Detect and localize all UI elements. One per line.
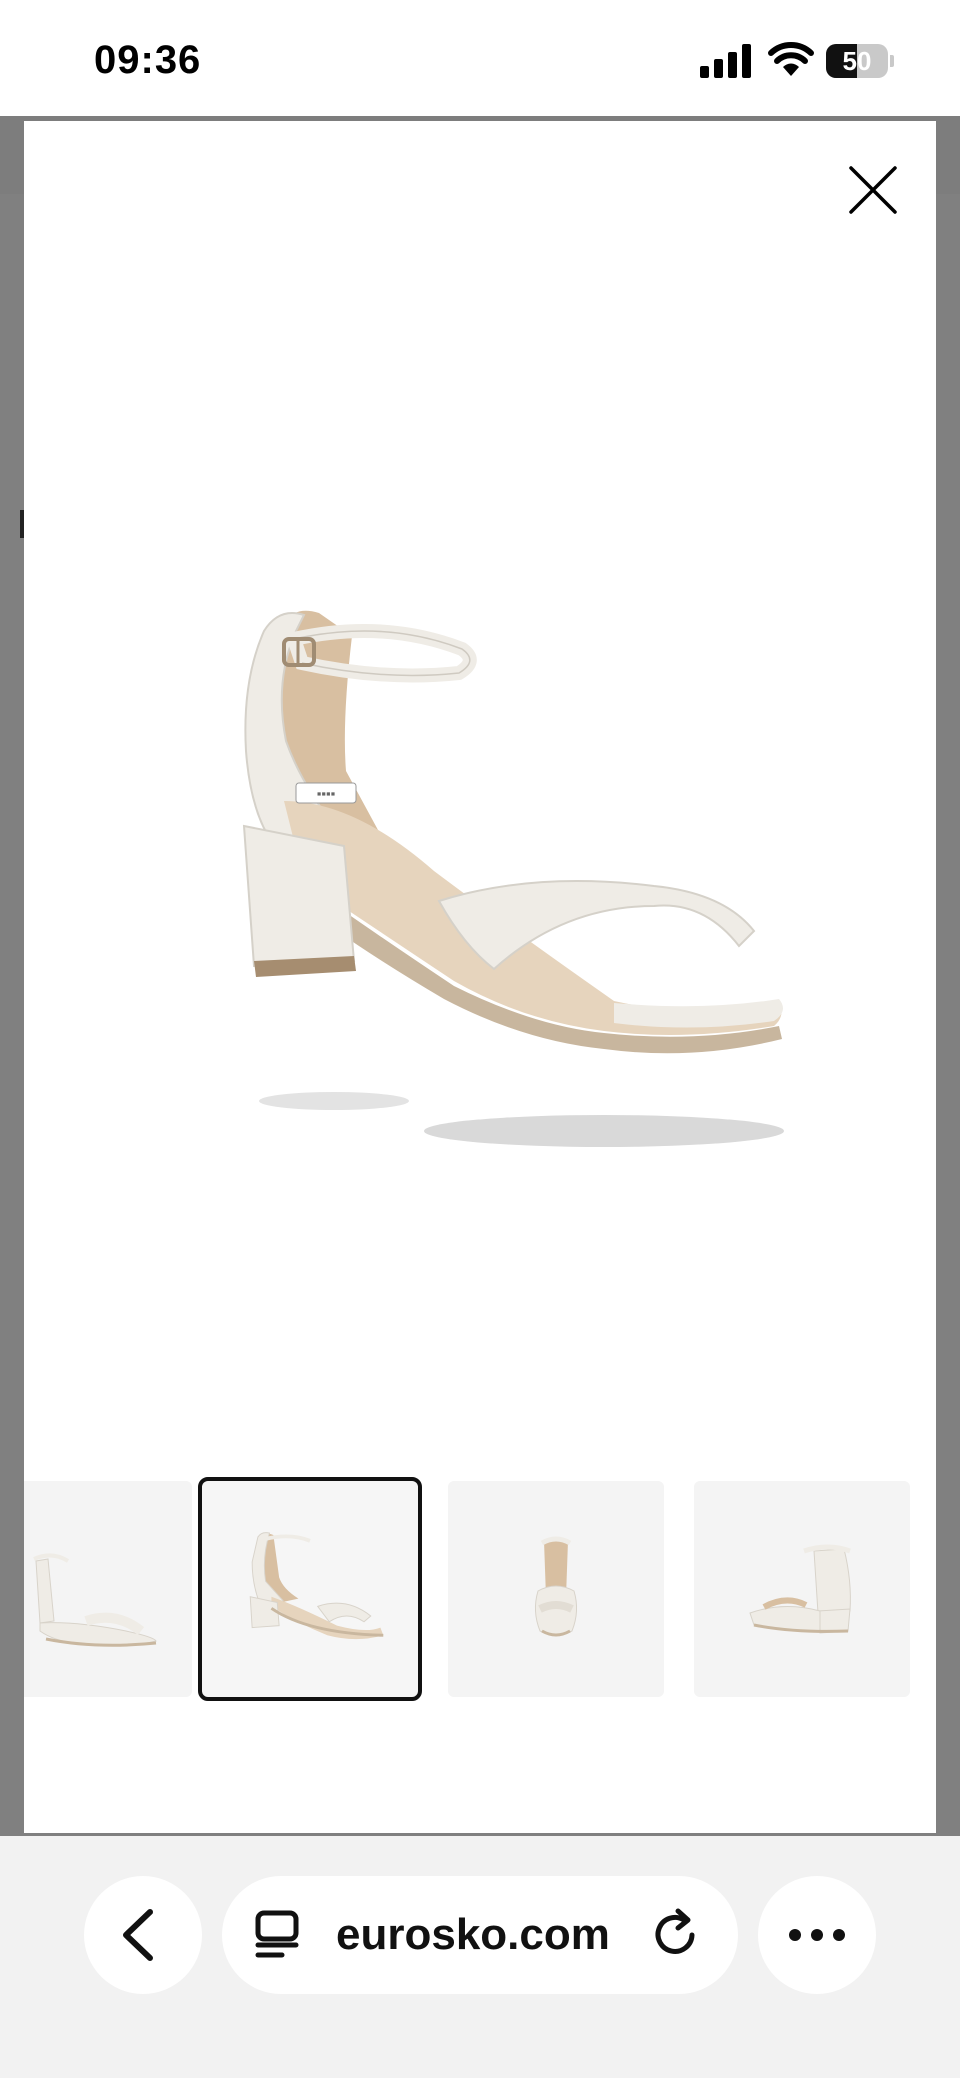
more-button[interactable]: [758, 1876, 876, 1994]
sandal-side-image: [33, 1553, 157, 1647]
sandal-angle-image: [249, 1532, 384, 1640]
wifi-icon: [768, 42, 814, 76]
tab-overview-icon[interactable]: [252, 1905, 312, 1965]
thumbnail-angle-view[interactable]: [198, 1477, 422, 1701]
browser-toolbar: eurosko.com: [0, 1836, 960, 2078]
battery-level: 50: [842, 46, 872, 76]
cellular-signal-icon: [700, 44, 751, 78]
chevron-left-icon: [123, 1909, 153, 1961]
thumbnail-side-view[interactable]: [24, 1481, 192, 1697]
thumbnail-front-view[interactable]: [448, 1481, 664, 1697]
product-main-image: ▪▪▪▪: [242, 610, 784, 1147]
status-bar: 09:36 50: [0, 0, 960, 116]
battery-icon: 50: [826, 44, 894, 78]
sandal-front-image: [534, 1536, 578, 1637]
svg-text:▪▪▪▪: ▪▪▪▪: [317, 786, 335, 801]
more-icon: [789, 1929, 845, 1941]
sandal-back-image: [749, 1544, 851, 1634]
reload-icon[interactable]: [646, 1905, 706, 1965]
url-text[interactable]: eurosko.com: [336, 1876, 610, 1994]
image-gallery-modal: ▪▪▪▪: [24, 121, 936, 1833]
thumbnail-strip: [24, 1461, 936, 1701]
status-time: 09:36: [94, 38, 202, 82]
address-bar[interactable]: eurosko.com: [222, 1876, 738, 1994]
close-icon[interactable]: [844, 161, 902, 219]
thumbnail-back-view[interactable]: [694, 1481, 910, 1697]
back-button[interactable]: [84, 1876, 202, 1994]
